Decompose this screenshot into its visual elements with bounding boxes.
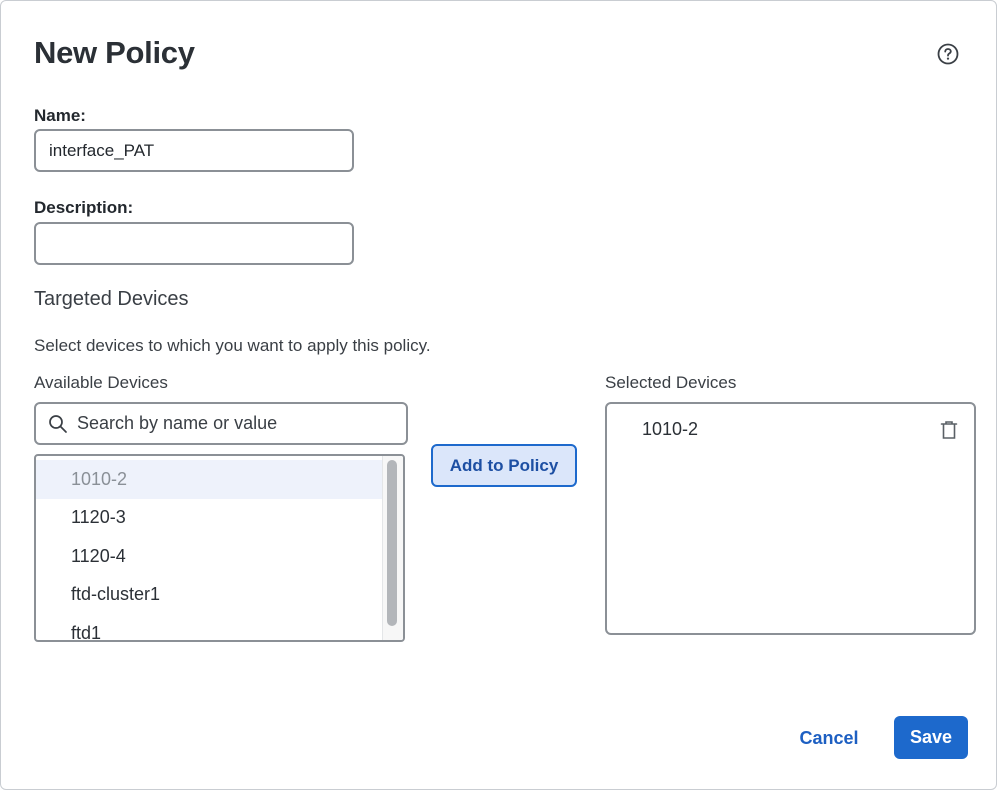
selected-devices-label: Selected Devices [605, 373, 737, 392]
available-devices-label: Available Devices [34, 373, 168, 392]
list-scrollbar[interactable] [382, 456, 403, 640]
name-input[interactable]: interface_PAT [34, 129, 354, 172]
description-input[interactable] [34, 222, 354, 265]
dialog-title: New Policy [34, 35, 195, 70]
help-circle-icon[interactable] [937, 43, 959, 65]
available-device-item[interactable]: ftd1 [36, 614, 384, 642]
available-device-label: 1010-2 [71, 468, 128, 489]
available-device-item: 1010-2 [36, 460, 384, 499]
available-device-item[interactable]: 1120-3 [36, 499, 384, 538]
available-device-item[interactable]: ftd-cluster1 [36, 576, 384, 615]
description-label: Description: [34, 198, 134, 217]
save-button[interactable]: Save [894, 716, 968, 759]
available-device-item[interactable]: 1120-4 [36, 537, 384, 576]
targeted-devices-instruction: Select devices to which you want to appl… [34, 336, 431, 355]
available-devices-list: 1010-2 1120-3 1120-4 ftd-cluster1 ftd1 [34, 454, 405, 642]
add-to-policy-button[interactable]: Add to Policy [431, 444, 577, 487]
available-device-label: ftd-cluster1 [71, 584, 161, 605]
available-device-label: 1120-3 [71, 507, 126, 528]
cancel-button[interactable]: Cancel [793, 723, 865, 753]
new-policy-dialog: New Policy Name: interface_PAT Descripti… [0, 0, 997, 790]
available-device-label: 1120-4 [71, 545, 126, 566]
name-input-value: interface_PAT [49, 140, 155, 160]
search-placeholder: Search by name or value [77, 413, 278, 433]
search-icon [49, 414, 67, 433]
available-device-label: ftd1 [71, 622, 102, 642]
list-scrollbar-thumb[interactable] [387, 460, 397, 626]
name-label: Name: [34, 106, 86, 125]
device-search-input[interactable]: Search by name or value [34, 402, 408, 445]
targeted-devices-heading: Targeted Devices [34, 288, 189, 310]
selected-devices-list: 1010-2 [605, 402, 976, 635]
trash-icon[interactable] [940, 420, 958, 440]
selected-device-item: 1010-2 [642, 419, 699, 439]
